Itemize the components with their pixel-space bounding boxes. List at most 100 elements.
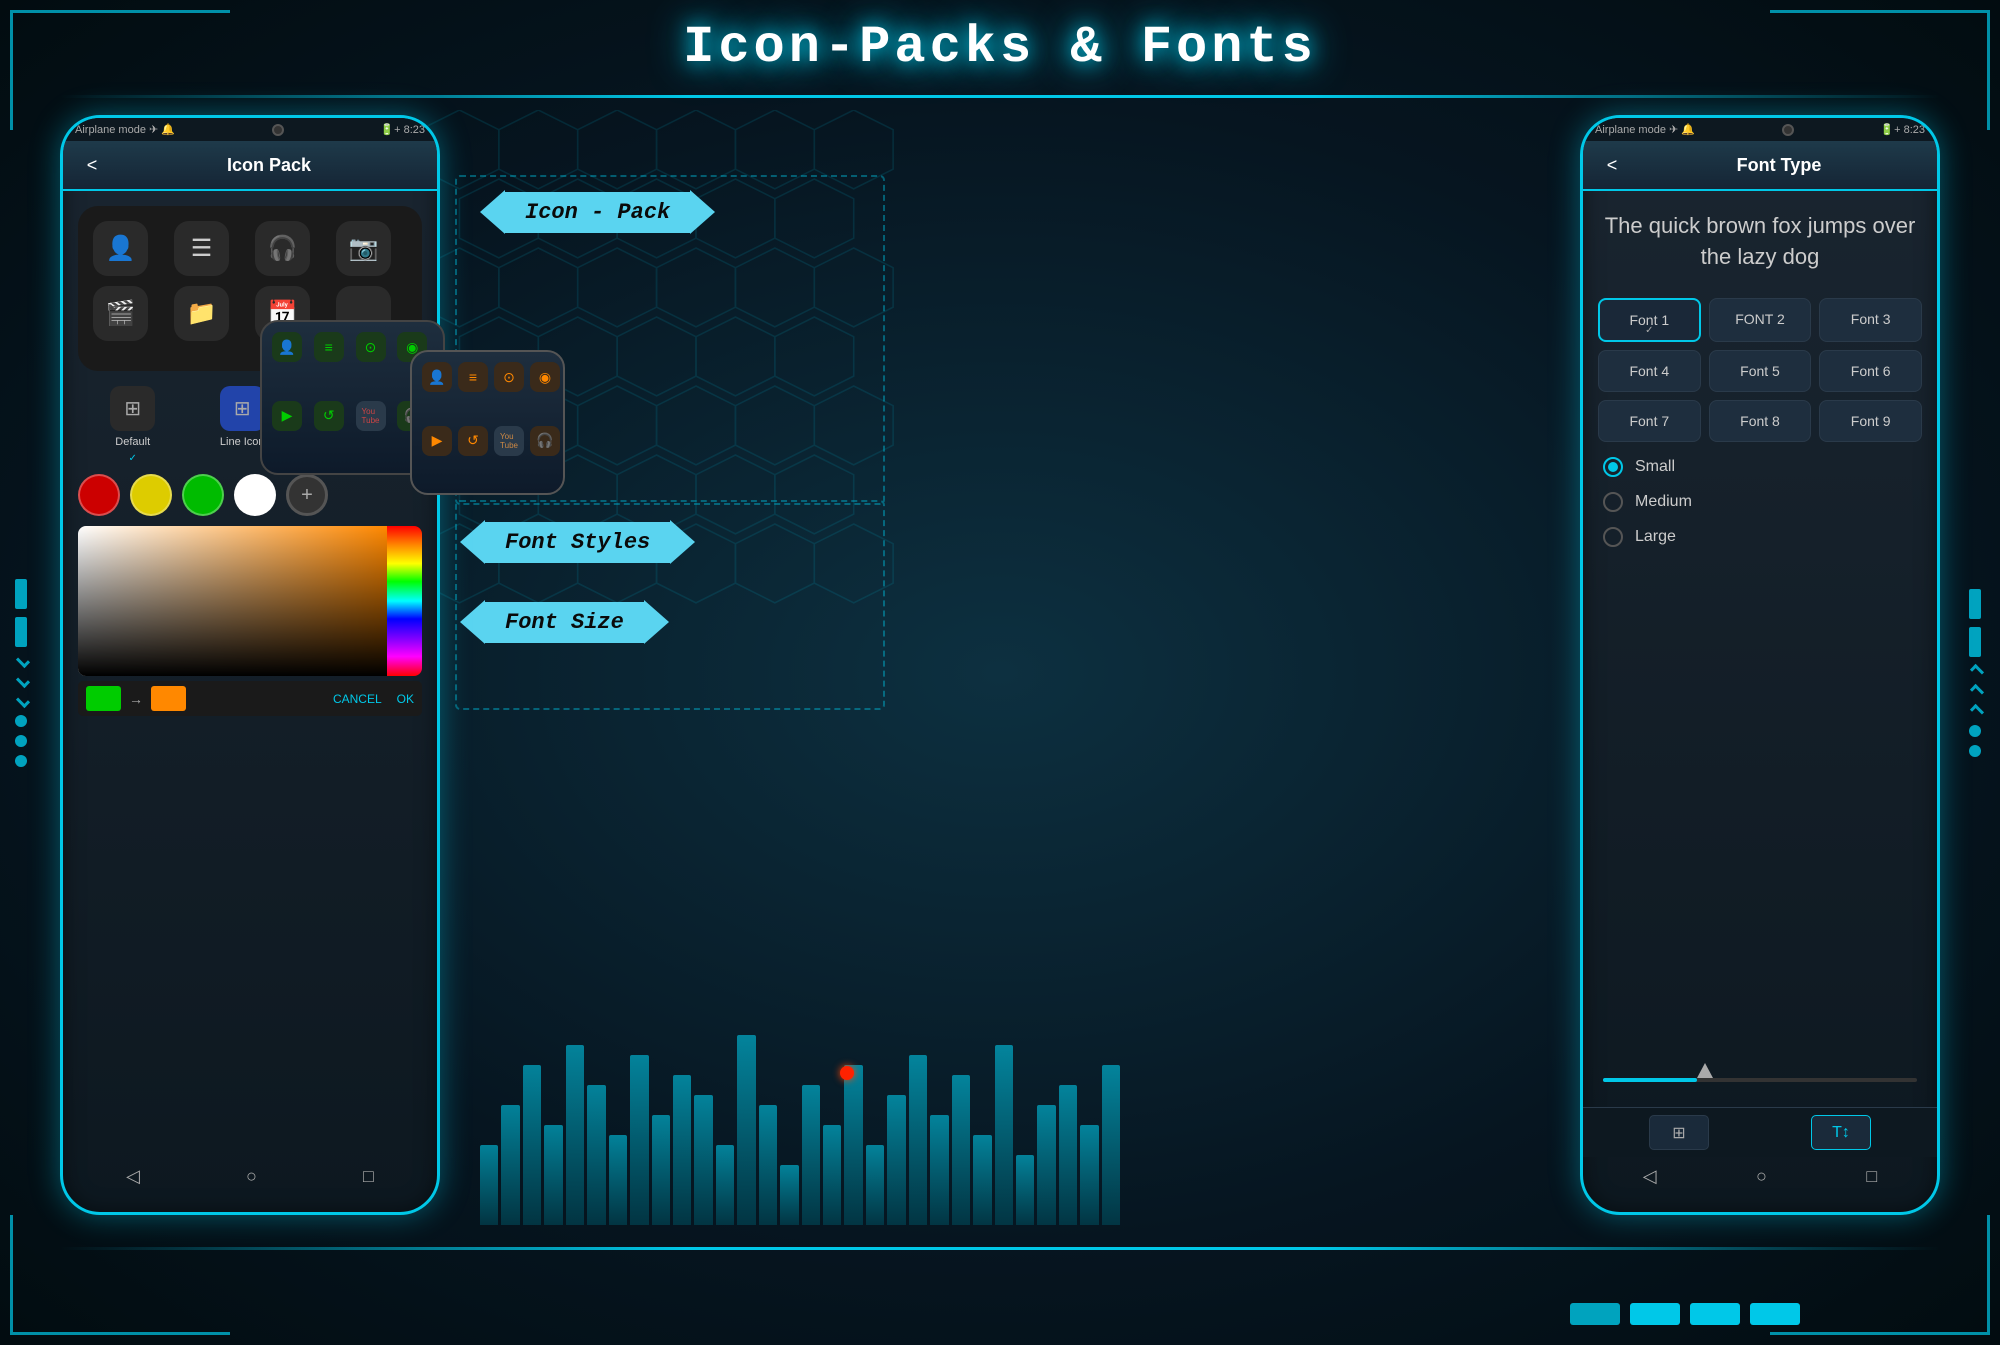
bottom-indicators [1570,1303,1800,1325]
side-rect [1969,627,1981,657]
radio-medium[interactable]: Medium [1603,492,1917,512]
side-dot [1969,725,1981,737]
font-cell-6[interactable]: Font 6 [1819,350,1922,392]
side-dot [15,715,27,727]
chevron-icon [16,673,30,687]
icon-video[interactable]: 🎬 [93,286,148,341]
page-title: Icon-Packs & Fonts [683,18,1317,77]
header-title: Icon Pack [116,155,422,176]
top-border-line [60,95,1940,98]
icon-headphone[interactable]: 🎧 [255,221,310,276]
radio-label-large: Large [1635,528,1676,546]
icon-folder[interactable]: 📁 [174,286,229,341]
add-swatch-button[interactable]: + [286,474,328,516]
swatch-white[interactable] [234,474,276,516]
icon-person[interactable]: 👤 [93,221,148,276]
radio-circle-small [1603,457,1623,477]
swatch-yellow[interactable] [130,474,172,516]
font-preview-text: The quick brown fox jumps over the lazy … [1583,191,1937,288]
font-slider-area [1583,1063,1937,1112]
back-button[interactable]: < [1598,151,1626,179]
status-right: 🔋+ 8:23 [1880,123,1925,136]
bottom-toolbar: ⊞ T↕ [1583,1107,1937,1157]
left-phone-status-bar: Airplane mode ✈ 🔔 🔋+ 8:23 [63,118,437,141]
corner-decoration-br [1770,1215,1990,1335]
font-cell-8[interactable]: Font 8 [1709,400,1812,442]
toolbar-item-layout[interactable]: ⊞ [1649,1115,1709,1150]
red-indicator-dot [840,1066,854,1080]
font-cell-label: Font 9 [1851,413,1891,429]
slider-handle [1697,1063,1713,1078]
radio-small[interactable]: Small [1603,457,1917,477]
font-cell-label: Font 8 [1740,413,1780,429]
font-cell-9[interactable]: Font 9 [1819,400,1922,442]
toolbar-item-text[interactable]: T↕ [1811,1115,1871,1150]
mini-icon: ⊙ [494,362,524,392]
corner-decoration-tl [10,10,230,130]
font-size-radio-group: Small Medium Large [1603,457,1917,547]
right-phone-nav: ◁ ○ □ [1583,1156,1937,1197]
header-title: Font Type [1636,155,1922,176]
mini-icon: ↺ [314,401,344,431]
corner-decoration-bl [10,1215,230,1335]
mini-icon: ▶ [422,426,452,456]
font-cell-label: Font 6 [1851,363,1891,379]
font-cell-5[interactable]: Font 5 [1709,350,1812,392]
chevron-icon [1970,663,1984,677]
mini-icon: ≡ [458,362,488,392]
font-cell-label: Font 5 [1740,363,1780,379]
corner-decoration-tr [1770,10,1990,130]
font-cell-label: Font 3 [1851,311,1891,327]
color-picker[interactable] [78,526,422,676]
default-label: Default [115,436,150,448]
mini-icon: YouTube [494,426,524,456]
nav-home-button[interactable]: ○ [246,1166,257,1187]
right-phone: Airplane mode ✈ 🔔 🔋+ 8:23 < Font Type Th… [1580,115,1940,1215]
color-gradient-area[interactable] [78,526,387,676]
side-rect [1969,589,1981,619]
color-spectrum-bar[interactable] [387,526,422,676]
radio-circle-medium [1603,492,1623,512]
font-cell-4[interactable]: Font 4 [1598,350,1701,392]
picker-ok-button[interactable]: OK [397,692,414,706]
nav-back-button[interactable]: ◁ [126,1166,140,1187]
font-cell-1[interactable]: Font 1 ✓ [1598,298,1701,342]
right-phone-header: < Font Type [1583,141,1937,191]
eq-bars [480,1025,1120,1225]
swatch-green[interactable] [182,474,224,516]
side-decoration-left [15,579,31,767]
nav-recent-button[interactable]: □ [1866,1166,1877,1187]
status-right: 🔋+ 8:23 [380,123,425,136]
mini-icon: 🎧 [530,426,560,456]
mini-icon: 👤 [272,332,302,362]
icon-camera[interactable]: 📷 [336,221,391,276]
radio-circle-large [1603,527,1623,547]
side-rect [15,617,27,647]
nav-recent-button[interactable]: □ [363,1166,374,1187]
radio-dot [1608,462,1618,472]
indicator-2 [1630,1303,1680,1325]
icon-option-default[interactable]: ⊞ Default ✓ [110,386,155,464]
chevron-icon [16,693,30,707]
mini-icon: ▶ [272,401,302,431]
icon-option-line[interactable]: ⊞ Line Icon [220,386,265,464]
nav-back-button[interactable]: ◁ [1643,1166,1657,1187]
mini-icon: ↺ [458,426,488,456]
font-cell-2[interactable]: FONT 2 [1709,298,1812,342]
radio-large[interactable]: Large [1603,527,1917,547]
back-button[interactable]: < [78,151,106,179]
picker-cancel-button[interactable]: CANCEL [333,692,382,706]
icon-message[interactable]: ☰ [174,221,229,276]
bottom-border-line [60,1247,1940,1250]
mini-icon: 👤 [422,362,452,392]
slider-track[interactable] [1603,1078,1917,1082]
font-grid: Font 1 ✓ FONT 2 Font 3 Font 4 Font 5 Fon… [1598,298,1922,442]
slider-fill [1603,1078,1697,1082]
font-cell-7[interactable]: Font 7 [1598,400,1701,442]
default-check: ✓ [129,453,137,464]
font-cell-3[interactable]: Font 3 [1819,298,1922,342]
nav-home-button[interactable]: ○ [1756,1166,1767,1187]
swatch-red[interactable] [78,474,120,516]
picker-actions: CANCEL OK [333,692,414,706]
indicator-1 [1570,1303,1620,1325]
